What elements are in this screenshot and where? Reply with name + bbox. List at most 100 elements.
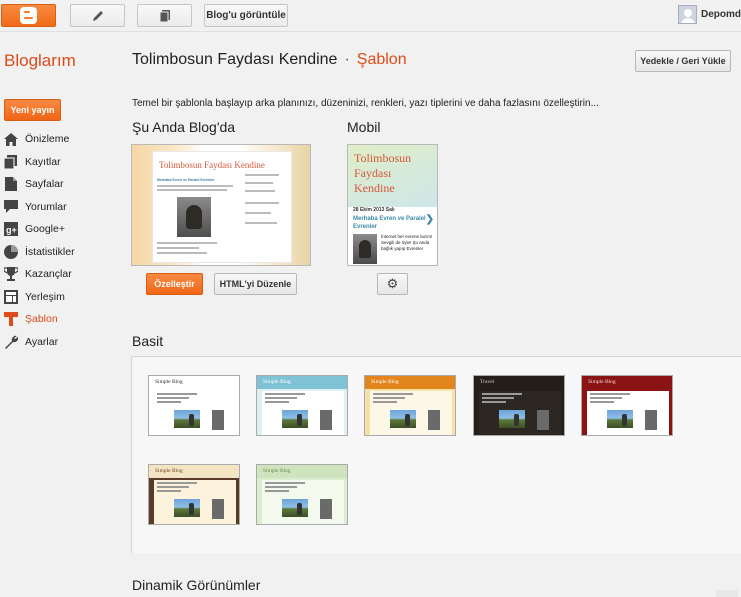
user-name: Depomd [701, 9, 741, 20]
template-sidebar [320, 410, 332, 430]
brand-link[interactable]: Bloglarım [4, 51, 76, 71]
template-thumb[interactable]: Simple Blog [364, 375, 456, 436]
mobile-template-preview[interactable]: Tolimbosun Faydası Kendine 28 Ekim 2013 … [347, 144, 438, 266]
template-body [154, 480, 236, 524]
template-thumb[interactable]: Simple Blog [148, 375, 240, 436]
template-photo [282, 410, 308, 428]
view-blog-button[interactable]: Blog'u görüntüle [204, 4, 288, 27]
preview-text-line [157, 247, 199, 249]
template-text-line [590, 401, 614, 403]
preview-page: Tolimbosun Faydası Kendine Merhaba Evren… [152, 151, 292, 263]
sidebar-item-onizleme[interactable]: Önizleme [3, 128, 75, 151]
customize-button[interactable]: Özelleştir [146, 273, 203, 295]
template-text-line [157, 482, 197, 484]
page-title: Tolimbosun Faydası Kendine · Şablon [132, 51, 407, 69]
new-post-button[interactable]: Yeni yayın [4, 99, 61, 121]
template-photo [174, 499, 200, 517]
preview-post-title: Merhaba Evren ve Paralel Evrenler [157, 178, 215, 182]
template-body [370, 391, 452, 435]
template-sidebar [428, 410, 440, 430]
template-text-line [265, 486, 297, 488]
template-text-line [265, 397, 297, 399]
pages-icon [3, 177, 18, 192]
posts-list-button[interactable] [137, 4, 192, 27]
template-thumb[interactable]: Simple Blog [256, 375, 348, 436]
sidebar-item-sayfalar[interactable]: Sayfalar [3, 173, 75, 196]
template-header: Simple Blog [582, 376, 672, 389]
intro-text: Temel bir şablonla başlayıp arka planını… [132, 98, 599, 109]
template-sidebar [212, 410, 224, 430]
preview-photo [177, 197, 211, 237]
template-sidebar [212, 499, 224, 519]
template-text-line [373, 397, 405, 399]
preview-text-line [157, 185, 233, 187]
template-thumb[interactable]: Simple Blog [256, 464, 348, 525]
template-text-line [265, 482, 305, 484]
template-sidebar [537, 410, 549, 430]
template-text-line [590, 393, 630, 395]
sidebar-item-label: Kazançlar [25, 268, 72, 281]
template-body [262, 391, 344, 435]
template-text-line [157, 397, 189, 399]
user-menu[interactable]: Depomd [678, 5, 741, 24]
template-body [262, 480, 344, 524]
home-icon [3, 132, 18, 146]
preview-sidebar-line [245, 202, 279, 204]
chevron-right-icon: ❯ [425, 214, 434, 225]
scrollbar-corner[interactable] [716, 590, 738, 597]
current-template-preview[interactable]: Tolimbosun Faydası Kendine Merhaba Evren… [131, 144, 311, 266]
sidebar-item-sablon[interactable]: Şablon [3, 308, 75, 331]
sidebar-item-label: Sayfalar [25, 178, 64, 191]
edit-html-button[interactable]: HTML'yi Düzenle [214, 273, 297, 295]
template-name: Simple Blog [155, 379, 183, 385]
sidebar-item-kayitlar[interactable]: Kayıtlar [3, 151, 75, 174]
template-thumb[interactable]: Simple Blog [148, 464, 240, 525]
template-photo [174, 410, 200, 428]
title-separator: · [344, 51, 350, 68]
template-thumb[interactable]: Travel [473, 375, 565, 436]
section-title: Şablon [356, 51, 407, 68]
template-thumb[interactable]: Simple Blog [581, 375, 673, 436]
sidebar-item-label: Önizleme [25, 133, 70, 146]
mobile-preview-photo [353, 234, 377, 264]
backup-restore-button[interactable]: Yedekle / Geri Yükle [635, 50, 731, 72]
template-header: Simple Blog [257, 376, 347, 389]
svg-text:g+: g+ [6, 225, 17, 235]
pencil-icon [92, 10, 103, 21]
template-text-line [265, 490, 289, 492]
template-body [587, 391, 669, 435]
trophy-icon [3, 267, 18, 282]
sidebar-item-google-plus[interactable]: g+ Google+ [3, 218, 75, 241]
basic-templates-heading: Basit [132, 333, 164, 349]
sidebar-nav: Önizleme Kayıtlar Sayfalar Yorumlar g+ G… [3, 128, 75, 353]
current-template-heading: Şu Anda Blog'da [132, 119, 236, 135]
template-header: Simple Blog [365, 376, 455, 389]
preview-blog-title: Tolimbosun Faydası Kendine [159, 160, 265, 170]
preview-sidebar-line [245, 182, 273, 184]
sidebar-item-kazanclar[interactable]: Kazançlar [3, 263, 75, 286]
stats-icon [3, 244, 18, 259]
new-post-pencil-button[interactable] [70, 4, 125, 27]
template-name: Simple Blog [263, 468, 291, 474]
sidebar-item-label: Yerleşim [25, 290, 65, 303]
comments-icon [3, 200, 18, 214]
blog-title: Tolimbosun Faydası Kendine [132, 51, 338, 68]
template-name: Simple Blog [155, 468, 183, 474]
sidebar-item-label: İstatistikler [25, 245, 75, 258]
sidebar-item-label: Kayıtlar [25, 155, 61, 168]
sidebar-item-yorumlar[interactable]: Yorumlar [3, 196, 75, 219]
dynamic-views-heading: Dinamik Görünümler [132, 577, 261, 593]
template-text-line [157, 486, 189, 488]
sidebar-item-ayarlar[interactable]: Ayarlar [3, 331, 75, 354]
template-text-line [265, 393, 305, 395]
mobile-settings-button[interactable]: ⚙ [377, 273, 408, 295]
blogger-home-button[interactable] [1, 4, 56, 27]
mobile-preview-title: Tolimbosun Faydası Kendine [354, 151, 412, 195]
preview-sidebar-line [245, 174, 279, 176]
mobile-preview-post-title: Merhaba Evren ve Paralel Evrenler [353, 216, 426, 230]
template-header: Travel [474, 376, 564, 389]
sidebar-item-yerlesim[interactable]: Yerleşim [3, 286, 75, 309]
posts-icon [159, 9, 170, 22]
sidebar-item-istatistikler[interactable]: İstatistikler [3, 241, 75, 264]
template-text-line [373, 393, 413, 395]
